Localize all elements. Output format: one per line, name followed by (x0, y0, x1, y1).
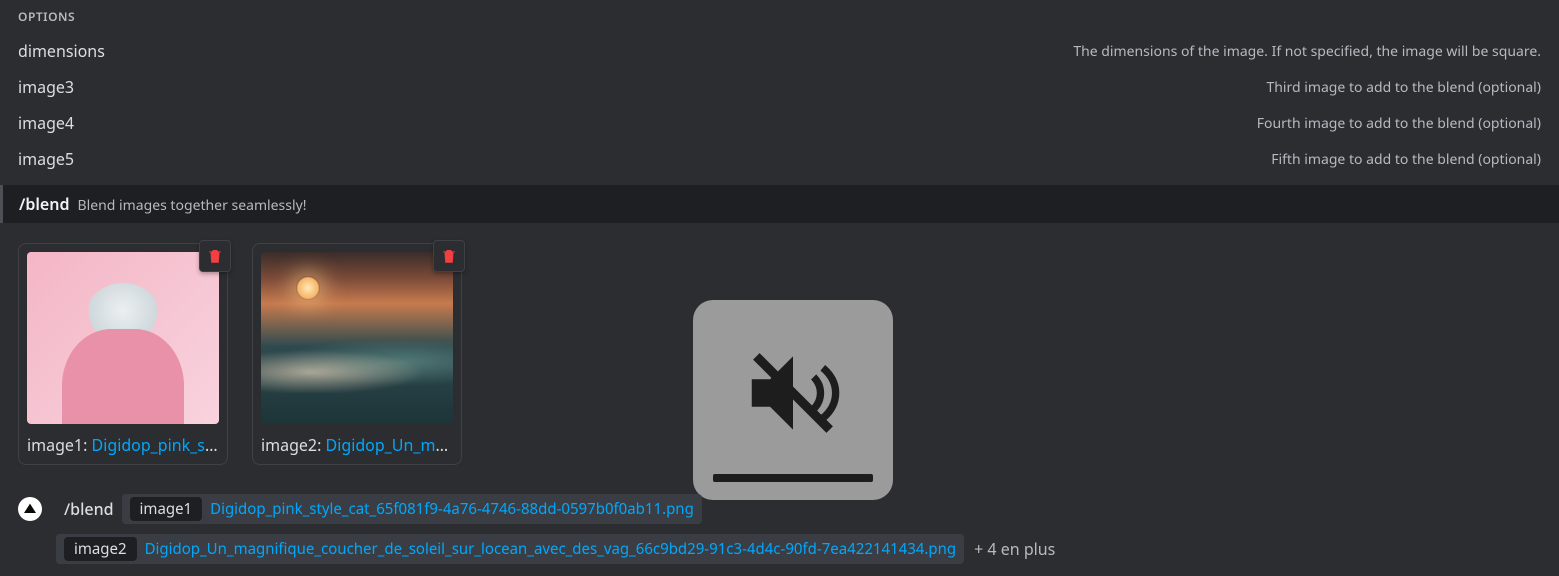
param-key: image2 (64, 537, 137, 561)
delete-attachment-button[interactable] (433, 240, 465, 272)
attachment-caption: image2: Digidop_Un_magni… (261, 434, 453, 456)
sail-icon (22, 501, 38, 517)
option-image5[interactable]: image5 Fifth image to add to the blend (… (18, 141, 1541, 177)
param-value: Digidop_pink_style_cat_65f081f9-4a76-474… (210, 499, 694, 519)
more-params-indicator[interactable]: + 4 en plus (974, 538, 1055, 560)
param-value: Digidop_Un_magnifique_coucher_de_soleil_… (145, 539, 957, 559)
attachment-card-image1[interactable]: image1: Digidop_pink_style… (18, 243, 228, 465)
attachment-thumbnail (27, 252, 219, 424)
command-hint-description: Blend images together seamlessly! (78, 196, 307, 215)
options-header: OPTIONS (18, 8, 1541, 25)
delete-attachment-button[interactable] (199, 240, 231, 272)
command-name: /blend (64, 498, 114, 520)
speaker-muted-icon (738, 338, 848, 448)
option-name: image3 (18, 76, 74, 98)
option-image3[interactable]: image3 Third image to add to the blend (… (18, 69, 1541, 105)
command-input-area[interactable]: /blend image1 Digidop_pink_style_cat_65f… (0, 494, 1559, 564)
option-description: Third image to add to the blend (optiona… (1266, 78, 1541, 97)
option-description: Fourth image to add to the blend (option… (1257, 114, 1541, 133)
bot-avatar (18, 497, 42, 521)
attachment-card-image2[interactable]: image2: Digidop_Un_magni… (252, 243, 462, 465)
option-description: The dimensions of the image. If not spec… (1073, 42, 1541, 61)
attachment-key: image1 (27, 434, 83, 456)
param-image1[interactable]: image1 Digidop_pink_style_cat_65f081f9-4… (122, 494, 702, 524)
attachment-filename: Digidop_pink_style… (92, 434, 219, 456)
option-dimensions[interactable]: dimensions The dimensions of the image. … (18, 33, 1541, 69)
option-name: image4 (18, 112, 74, 134)
options-panel: OPTIONS dimensions The dimensions of the… (0, 0, 1559, 185)
param-key: image1 (130, 497, 203, 521)
command-hint-name: /blend (19, 193, 70, 215)
attachment-filename: Digidop_Un_magni… (326, 434, 453, 456)
volume-level-bar (713, 474, 873, 482)
volume-muted-osd (693, 300, 893, 500)
command-hint-bar[interactable]: /blend Blend images together seamlessly! (0, 185, 1559, 223)
attachment-key: image2 (261, 434, 317, 456)
trash-icon (440, 247, 458, 265)
option-name: image5 (18, 148, 74, 170)
option-description: Fifth image to add to the blend (optiona… (1271, 150, 1541, 169)
option-image4[interactable]: image4 Fourth image to add to the blend … (18, 105, 1541, 141)
option-name: dimensions (18, 40, 105, 62)
trash-icon (206, 247, 224, 265)
attachment-caption: image1: Digidop_pink_style… (27, 434, 219, 456)
param-image2[interactable]: image2 Digidop_Un_magnifique_coucher_de_… (56, 534, 964, 564)
attachment-thumbnail (261, 252, 453, 424)
